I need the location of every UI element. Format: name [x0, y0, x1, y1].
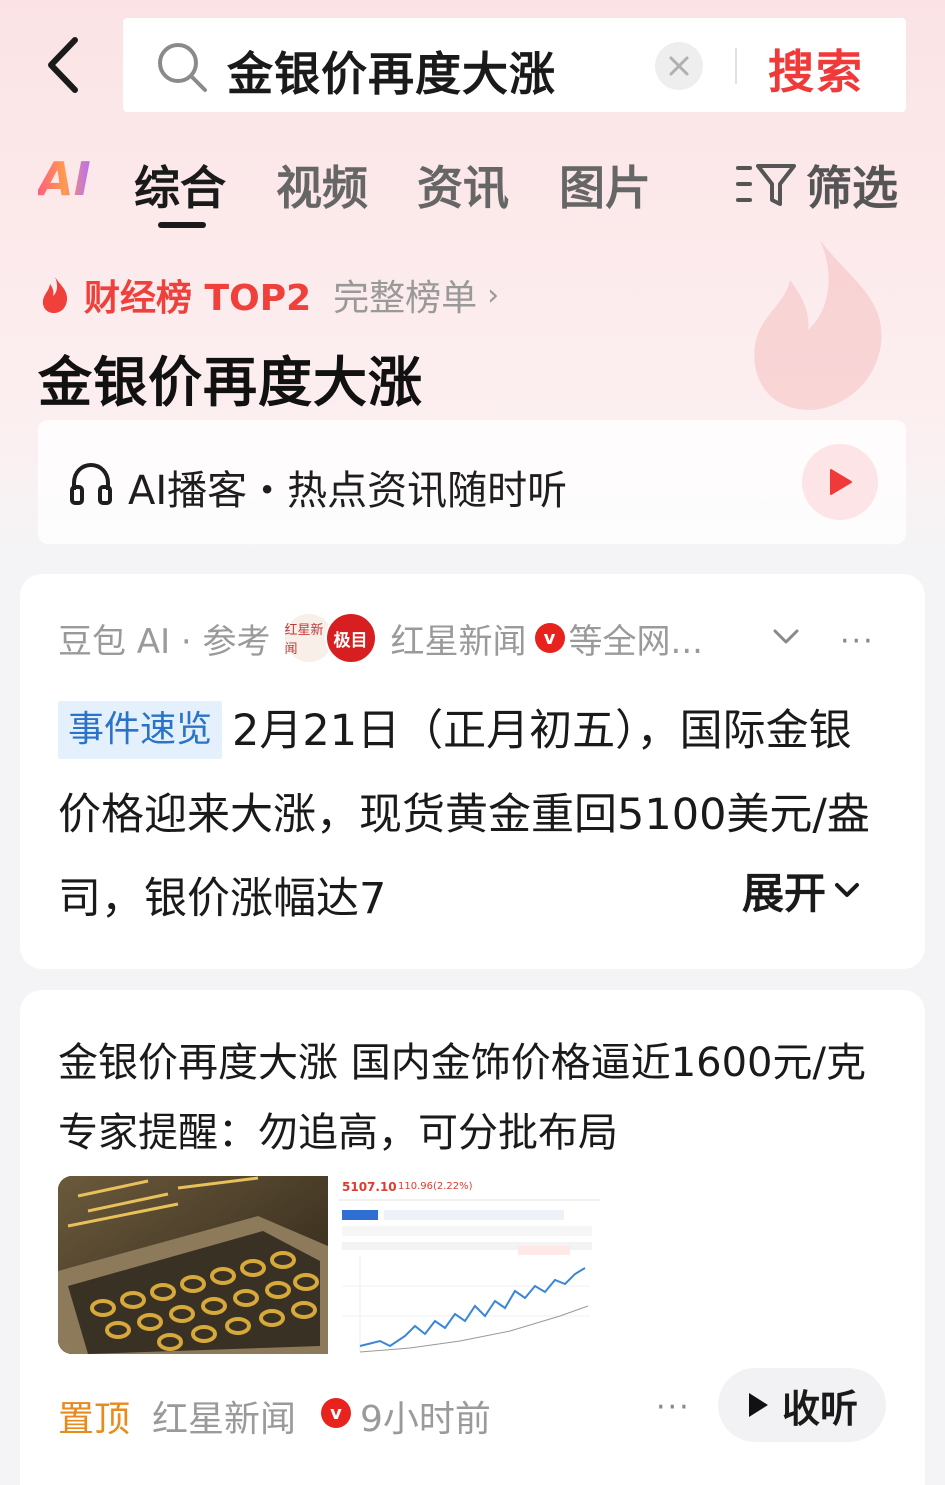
gold-jewelry-thumbnail — [58, 1176, 328, 1354]
article-title[interactable]: 金银价再度大涨 国内金饰价格逼近1600元/克 专家提醒：勿追高，可分批布局 — [58, 1028, 898, 1168]
play-icon — [830, 469, 852, 495]
more-options-icon[interactable]: ··· — [840, 624, 875, 659]
ai-summary-card: 豆包 AI · 参考 红星新闻 极目 红星新闻 v 等全网... ··· 事件速… — [20, 574, 925, 969]
price-line-image — [338, 1199, 600, 1353]
search-divider — [735, 48, 737, 84]
headphones-icon — [70, 462, 112, 505]
search-button[interactable]: 搜索 — [768, 36, 864, 102]
summary-fade — [640, 857, 750, 927]
ai-reference-label: 豆包 AI · 参考 — [58, 621, 271, 662]
ranking-row[interactable]: 财经榜 TOP2 完整榜单 › — [38, 270, 499, 320]
gold-price-chart-thumbnail: 5107.10 110.96(2.22%) — [328, 1176, 606, 1354]
ai-tab-logo[interactable]: AI — [38, 152, 91, 206]
event-tag: 事件速览 — [58, 701, 223, 759]
decorative-flame-icon — [754, 240, 882, 410]
ranking-badge: 财经榜 TOP2 — [84, 278, 312, 319]
back-button[interactable] — [34, 30, 90, 100]
podcast-play-button[interactable] — [802, 444, 878, 520]
chevron-down-icon — [835, 882, 860, 897]
verified-badge: v — [534, 623, 565, 653]
filter-button[interactable]: 筛选 — [736, 152, 898, 218]
full-list-link[interactable]: 完整榜单 — [333, 269, 477, 321]
source-logos: 红星新闻 极目 — [282, 612, 379, 664]
search-box[interactable]: 金银价再度大涨 搜索 — [123, 18, 906, 112]
article-thumbnails[interactable]: 5107.10 110.96(2.22%) — [58, 1176, 606, 1354]
chart-thumb-price: 5107.10 — [342, 1180, 397, 1194]
tab-news[interactable]: 资讯 — [417, 152, 509, 218]
article-footer: 置顶 红星新闻 v 9小时前 ··· 收听 — [58, 1368, 908, 1452]
publish-time: 9小时前 — [360, 1399, 491, 1440]
search-icon — [158, 43, 207, 92]
chevron-down-icon[interactable] — [772, 628, 800, 646]
header: 金银价再度大涨 搜索 — [0, 0, 945, 130]
tab-images[interactable]: 图片 — [559, 152, 651, 218]
tab-comprehensive[interactable]: 综合 — [134, 152, 226, 218]
article-more-options-icon[interactable]: ··· — [656, 1390, 691, 1425]
clear-search-button[interactable] — [655, 42, 703, 90]
active-tab-indicator — [158, 222, 206, 228]
gold-rings-image — [58, 1176, 328, 1354]
source-name: 红星新闻 — [390, 621, 527, 662]
tab-video[interactable]: 视频 — [276, 152, 368, 218]
chart-thumb-change: 110.96(2.22%) — [398, 1181, 473, 1192]
article-card[interactable]: 金银价再度大涨 国内金饰价格逼近1600元/克 专家提醒：勿追高，可分批布局 5… — [20, 990, 925, 1485]
tab-bar: AI 综合 视频 资讯 图片 筛选 — [0, 140, 945, 230]
flame-icon — [42, 277, 68, 313]
search-input[interactable]: 金银价再度大涨 — [227, 38, 556, 104]
close-icon — [669, 56, 689, 76]
source-logo-jimu: 极目 — [324, 612, 377, 664]
verified-badge: v — [321, 1398, 351, 1428]
article-source[interactable]: 红星新闻 — [152, 1390, 296, 1442]
ai-podcast-bar[interactable]: AI播客・热点资讯随时听 — [38, 420, 906, 544]
play-icon — [748, 1393, 768, 1417]
expand-button[interactable]: 展开 — [738, 860, 861, 921]
back-arrow-icon — [48, 37, 78, 93]
pinned-label: 置顶 — [58, 1399, 131, 1440]
topic-title: 金银价再度大涨 — [38, 351, 423, 414]
listen-button[interactable]: 收听 — [718, 1368, 886, 1442]
podcast-label: AI播客・热点资讯随时听 — [128, 468, 568, 514]
listen-label: 收听 — [781, 1386, 858, 1431]
chevron-right-icon: › — [487, 277, 500, 313]
more-sources-label: 等全网... — [568, 621, 703, 662]
filter-icon — [736, 164, 796, 206]
expand-label: 展开 — [742, 869, 827, 918]
filter-label: 筛选 — [806, 161, 898, 215]
